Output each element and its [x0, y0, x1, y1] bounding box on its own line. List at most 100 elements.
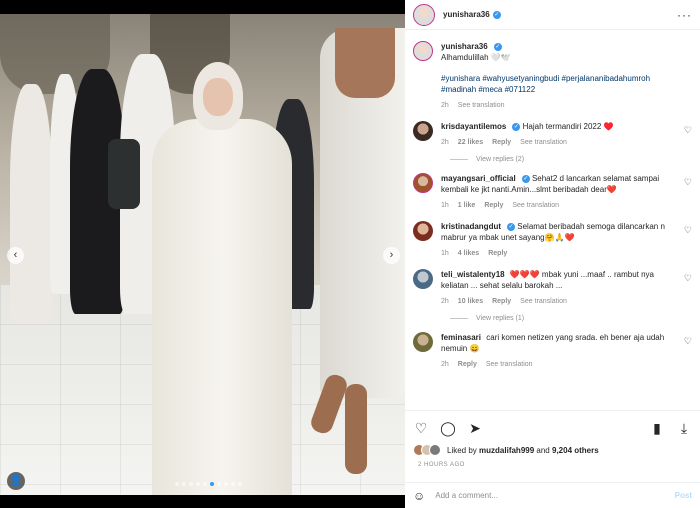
- caption-time: 2h: [441, 102, 449, 109]
- reply-button[interactable]: Reply: [492, 137, 511, 148]
- chevron-left-icon[interactable]: ‹: [7, 247, 24, 264]
- heart-icon[interactable]: ♡: [684, 125, 692, 136]
- woman-face: [203, 78, 233, 116]
- comment-time: 2h: [441, 139, 449, 146]
- post-header: yunishara36 ✓ ···: [405, 0, 700, 30]
- heart-icon[interactable]: ♡: [684, 177, 692, 188]
- liked-by-others[interactable]: 9,204 others: [552, 446, 599, 455]
- avatar[interactable]: [413, 269, 433, 289]
- carousel-dot: [224, 482, 228, 486]
- liked-by-and: and: [536, 445, 550, 455]
- download-icon[interactable]: ⤓: [676, 420, 692, 436]
- avatar[interactable]: [413, 221, 433, 241]
- comment-time: 2h: [441, 298, 449, 305]
- username[interactable]: yunishara36: [443, 10, 490, 19]
- reply-button[interactable]: Reply: [484, 200, 503, 211]
- view-replies-label: View replies (2): [476, 156, 525, 163]
- comment-likes[interactable]: 1 like: [458, 200, 476, 211]
- post-photo[interactable]: [0, 14, 405, 495]
- post-media: ‹ › 👤: [0, 0, 405, 508]
- carousel-dots: [175, 482, 242, 486]
- comment-item: teli_wistalenty18 ❤️❤️❤️ mbak yuni ...ma…: [413, 269, 692, 307]
- comment-username[interactable]: mayangsari_official: [441, 174, 516, 183]
- comment-item: kristinadangdut ✓ Selamat beribadah semog…: [413, 221, 692, 259]
- add-comment-bar: ☺ Add a comment... Post: [405, 482, 700, 508]
- comment-item: krisdayantilemos ✓ Hajah termandiri 2022 …: [413, 121, 692, 148]
- view-replies-label: View replies (1): [476, 315, 525, 322]
- post-sidebar: yunishara36 ✓ ··· yunishara36 ✓ Alhamduli…: [405, 0, 700, 508]
- pilgrim-shoulder: [335, 28, 395, 98]
- see-translation-link[interactable]: See translation: [520, 137, 567, 148]
- comment-time: 1h: [441, 202, 449, 209]
- see-translation-link[interactable]: See translation: [512, 200, 559, 211]
- avatar[interactable]: [413, 41, 433, 61]
- view-replies-button[interactable]: View replies (1): [450, 315, 692, 322]
- pilgrim-leg: [345, 384, 367, 474]
- comment-icon[interactable]: ◯: [440, 420, 456, 436]
- heart-icon[interactable]: ♡: [684, 225, 692, 236]
- carousel-dot: [189, 482, 193, 486]
- carousel-dot: [231, 482, 235, 486]
- emoji-icon[interactable]: ☺: [413, 489, 425, 503]
- share-icon[interactable]: ➤: [467, 420, 483, 436]
- instagram-post: ‹ › 👤 yunishara36 ✓ ··· yunishara36 ✓ Al…: [0, 0, 700, 508]
- see-translation-link[interactable]: See translation: [520, 296, 567, 307]
- verified-icon: ✓: [492, 10, 501, 19]
- comment-likes[interactable]: 10 likes: [458, 296, 483, 307]
- carousel-dot: [238, 482, 242, 486]
- post-button[interactable]: Post: [675, 491, 692, 500]
- comment-text: Hajah termandiri 2022 ♥️: [522, 122, 614, 131]
- see-translation-link[interactable]: See translation: [486, 359, 533, 370]
- comment-username[interactable]: krisdayantilemos: [441, 122, 506, 131]
- avatar[interactable]: [413, 173, 433, 193]
- bookmark-icon[interactable]: ▮: [649, 420, 665, 436]
- comment-likes[interactable]: 4 likes: [458, 248, 479, 259]
- post-date: 2 HOURS AGO: [418, 462, 465, 468]
- see-translation-link[interactable]: See translation: [458, 100, 505, 111]
- caption-hashtags[interactable]: #yunishara #wahyusetyaningbudi #perjalan…: [441, 73, 678, 95]
- comment-username[interactable]: teli_wistalenty18: [441, 270, 505, 279]
- comment-item: mayangsari_official ✓ Sehat2 d lancarkan …: [413, 173, 692, 211]
- carousel-dot: [182, 482, 186, 486]
- carousel-dot: [196, 482, 200, 486]
- heart-icon[interactable]: ♡: [684, 336, 692, 347]
- comment-username[interactable]: kristinadangdut: [441, 222, 501, 231]
- pilgrim-figure: [10, 84, 52, 324]
- likes-summary: Liked by muzdalifah999 and 9,204 others: [413, 444, 692, 456]
- comment-item: feminasari cari komen netizen yang srada…: [413, 332, 692, 370]
- caption: yunishara36 ✓ Alhamdulillah 🤍🕊️ #yunishar…: [413, 41, 692, 111]
- comment-time: 1h: [441, 250, 449, 257]
- heart-icon[interactable]: ♡: [413, 420, 429, 436]
- verified-icon: ✓: [521, 174, 530, 183]
- comment-input[interactable]: Add a comment...: [435, 491, 674, 500]
- more-dots-icon[interactable]: ···: [677, 8, 692, 22]
- reply-button[interactable]: Reply: [458, 359, 477, 370]
- verified-icon: ✓: [493, 42, 502, 51]
- carousel-dot: [203, 482, 207, 486]
- avatar[interactable]: [413, 332, 433, 352]
- verified-icon: ✓: [507, 222, 516, 231]
- user-tag-icon[interactable]: 👤: [7, 472, 25, 490]
- liked-by-user[interactable]: muzdalifah999: [479, 446, 534, 455]
- comment-username[interactable]: feminasari: [441, 333, 481, 342]
- carousel-dot-active: [210, 482, 214, 486]
- chevron-right-icon[interactable]: ›: [383, 247, 400, 264]
- reply-button[interactable]: Reply: [492, 296, 511, 307]
- avatar: [429, 444, 441, 456]
- view-replies-button[interactable]: View replies (2): [450, 156, 692, 163]
- carousel-dot: [217, 482, 221, 486]
- comment-time: 2h: [441, 361, 449, 368]
- action-bar: ♡ ◯ ➤ ▮ ⤓: [405, 410, 700, 444]
- liked-by-prefix: Liked by: [447, 445, 477, 455]
- caption-username[interactable]: yunishara36: [441, 42, 488, 51]
- verified-icon: ✓: [512, 122, 521, 131]
- avatar[interactable]: [413, 3, 435, 26]
- woman-robe: [152, 119, 292, 495]
- avatar[interactable]: [413, 121, 433, 141]
- comments-list[interactable]: yunishara36 ✓ Alhamdulillah 🤍🕊️ #yunishar…: [405, 31, 700, 409]
- comment-likes[interactable]: 22 likes: [458, 137, 483, 148]
- reply-button[interactable]: Reply: [488, 248, 507, 259]
- heart-icon[interactable]: ♡: [684, 273, 692, 284]
- carousel-dot: [175, 482, 179, 486]
- backpack: [108, 139, 140, 209]
